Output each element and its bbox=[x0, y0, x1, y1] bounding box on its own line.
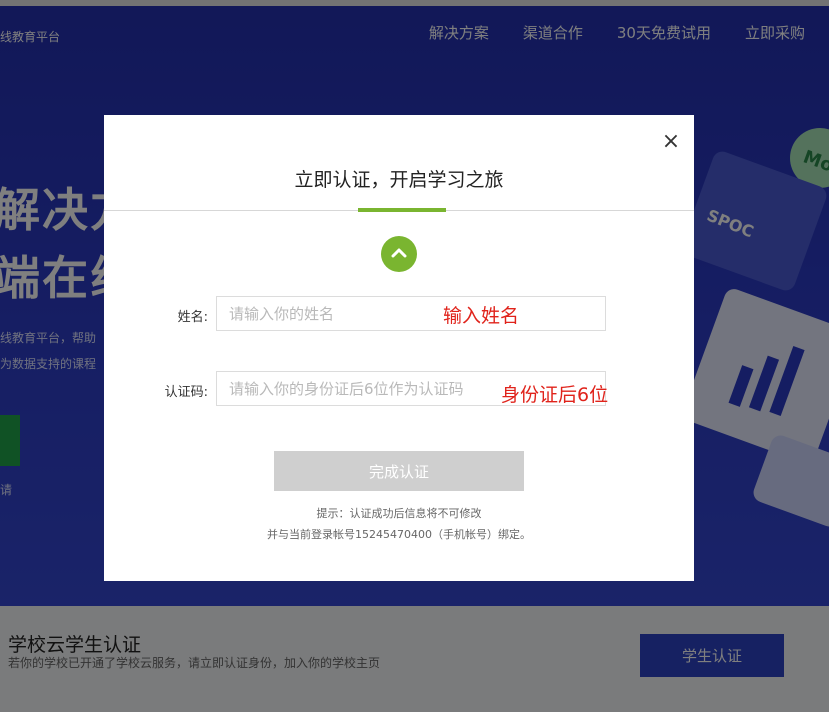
chevron-up-icon bbox=[381, 236, 417, 272]
close-icon[interactable]: × bbox=[659, 129, 683, 155]
name-annotation: 输入姓名 bbox=[443, 305, 520, 327]
name-input[interactable] bbox=[216, 296, 606, 331]
tip-line2: 并与当前登录帐号15245470400（手机帐号）绑定。 bbox=[267, 528, 531, 541]
chevron-up-glyph bbox=[391, 248, 407, 258]
title-active-underline bbox=[358, 208, 446, 212]
tip-line1: 提示：认证成功后信息将不可修改 bbox=[316, 507, 482, 520]
dialog-title: 立即认证，开启学习之旅 bbox=[294, 169, 504, 191]
code-annotation: 身份证后6位 bbox=[501, 384, 609, 406]
verification-dialog: × 立即认证，开启学习之旅 姓名: 输入姓名 认证码: 身份证后6位 完成认证 … bbox=[104, 115, 694, 581]
name-label: 姓名: bbox=[177, 310, 208, 325]
complete-verification-button[interactable]: 完成认证 bbox=[274, 451, 524, 491]
verification-code-label: 认证码: bbox=[164, 385, 208, 400]
